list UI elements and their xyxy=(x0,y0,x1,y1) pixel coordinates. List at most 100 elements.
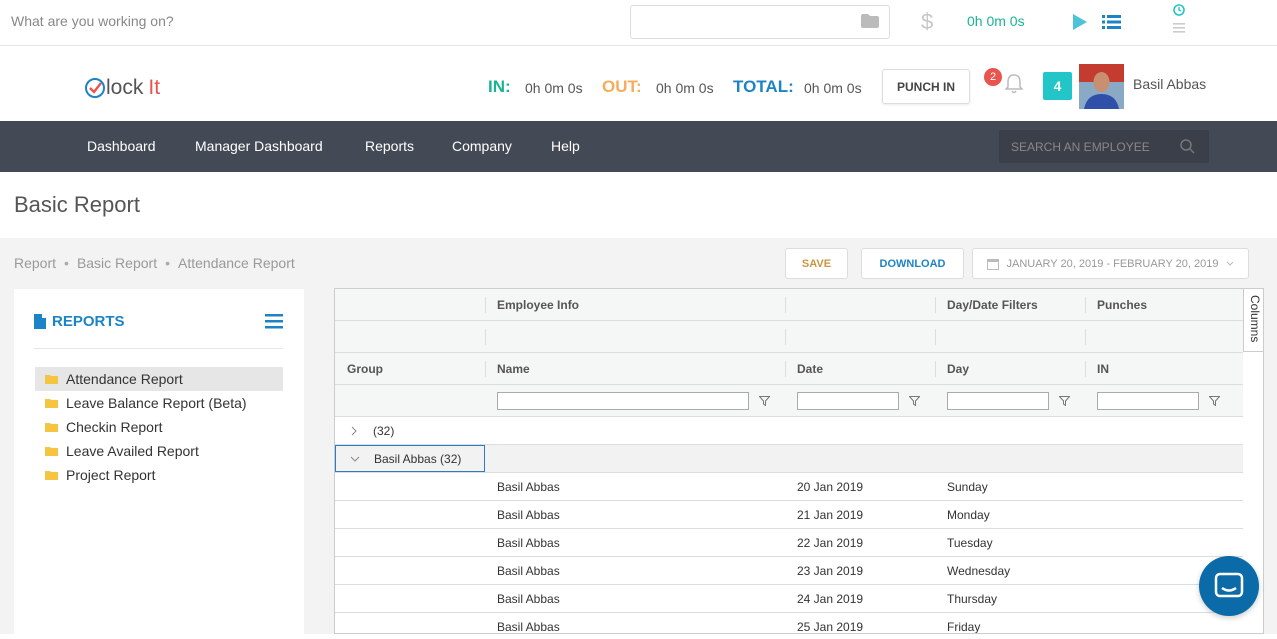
clockit-logo[interactable]: lock It xyxy=(84,76,160,100)
play-icon[interactable] xyxy=(1072,14,1088,30)
group-row-collapsed[interactable]: (32) xyxy=(335,417,1243,445)
task-description-input[interactable]: What are you working on? xyxy=(11,13,174,29)
user-name[interactable]: Basil Abbas xyxy=(1133,76,1206,92)
user-avatar[interactable] xyxy=(1079,64,1124,109)
nav-company[interactable]: Company xyxy=(452,138,512,154)
cell-date: 25 Jan 2019 xyxy=(797,619,864,634)
chat-icon xyxy=(1214,572,1244,598)
group-label: (32) xyxy=(373,423,395,438)
filter-icon[interactable] xyxy=(909,395,920,406)
search-icon[interactable] xyxy=(1180,139,1195,154)
group-row-expanded[interactable]: Basil Abbas (32) xyxy=(335,445,1243,473)
cell-day: Tuesday xyxy=(947,535,993,550)
folder-icon xyxy=(45,471,58,480)
tree-item-leave-balance-report[interactable]: Leave Balance Report (Beta) xyxy=(35,391,283,415)
cell-date: 20 Jan 2019 xyxy=(797,479,864,494)
column-header-date[interactable]: Date xyxy=(785,353,935,384)
filter-icon[interactable] xyxy=(1209,395,1220,406)
avatar-photo xyxy=(1079,64,1124,109)
out-value: 0h 0m 0s xyxy=(656,80,714,96)
cell-name: Basil Abbas xyxy=(497,535,560,550)
cell-name: Basil Abbas xyxy=(497,479,560,494)
group-label: Basil Abbas (32) xyxy=(374,451,462,466)
save-button[interactable]: SAVE xyxy=(785,248,848,279)
tree-item-checkin-report[interactable]: Checkin Report xyxy=(35,415,283,439)
breadcrumb-basic-report[interactable]: Basic Report xyxy=(77,255,157,271)
columns-tool-panel-tab[interactable]: Columns xyxy=(1243,289,1263,352)
page-title: Basic Report xyxy=(14,192,140,217)
in-value: 0h 0m 0s xyxy=(525,80,583,96)
download-button[interactable]: DOWNLOAD xyxy=(861,248,964,279)
chevron-down-icon[interactable] xyxy=(350,456,360,462)
count-badge[interactable]: 4 xyxy=(1043,72,1072,100)
table-row[interactable]: Basil Abbas 24 Jan 2019 Thursday xyxy=(335,585,1243,613)
tree-item-project-report[interactable]: Project Report xyxy=(35,463,283,487)
chevron-right-icon[interactable] xyxy=(351,426,357,436)
document-icon xyxy=(34,314,46,329)
bell-icon[interactable] xyxy=(1005,74,1023,94)
tree-item-label: Leave Balance Report (Beta) xyxy=(66,395,247,411)
hamburger-menu-icon[interactable] xyxy=(265,313,283,329)
breadcrumb-report[interactable]: Report xyxy=(14,255,56,271)
column-header-in[interactable]: IN xyxy=(1085,353,1235,384)
in-filter-input[interactable] xyxy=(1097,391,1199,410)
spacer-cell xyxy=(935,321,1085,352)
date-range-picker[interactable]: JANUARY 20, 2019 - FEBRUARY 20, 2019 xyxy=(972,248,1249,279)
header-group-empty xyxy=(785,289,935,320)
header-group-day-date-filters: Day/Date Filters xyxy=(935,289,1085,320)
nav-dashboard[interactable]: Dashboard xyxy=(87,138,156,154)
column-header-name[interactable]: Name xyxy=(485,353,785,384)
cell-day: Thursday xyxy=(947,591,998,606)
reports-panel: REPORTS Attendance Report Leave Balance … xyxy=(14,289,304,639)
date-range-text: JANUARY 20, 2019 - FEBRUARY 20, 2019 xyxy=(1006,257,1219,270)
divider xyxy=(34,348,283,349)
date-filter-input[interactable] xyxy=(797,391,899,410)
table-row[interactable]: Basil Abbas 21 Jan 2019 Monday xyxy=(335,501,1243,529)
folder-icon xyxy=(45,423,58,432)
table-row[interactable]: Basil Abbas 22 Jan 2019 Tuesday xyxy=(335,529,1243,557)
project-select[interactable] xyxy=(630,5,890,39)
date-filter xyxy=(785,385,935,416)
cell-day: Wednesday xyxy=(947,563,1011,578)
employee-search-input[interactable]: SEARCH AN EMPLOYEE xyxy=(999,130,1209,163)
employee-search-placeholder: SEARCH AN EMPLOYEE xyxy=(1011,139,1150,154)
table-row[interactable]: Basil Abbas 23 Jan 2019 Wednesday xyxy=(335,557,1243,585)
logo-text-it: It xyxy=(148,76,161,99)
filter-icon[interactable] xyxy=(759,395,770,406)
timer-display: 0h 0m 0s xyxy=(967,13,1025,29)
tree-item-attendance-report[interactable]: Attendance Report xyxy=(35,367,283,391)
name-filter-input[interactable] xyxy=(497,391,749,410)
tree-item-leave-availed-report[interactable]: Leave Availed Report xyxy=(35,439,283,463)
cell-date: 24 Jan 2019 xyxy=(797,591,864,606)
billable-dollar-icon[interactable]: $ xyxy=(921,9,933,35)
nav-manager-dashboard[interactable]: Manager Dashboard xyxy=(195,138,323,154)
chat-launcher-button[interactable] xyxy=(1199,556,1259,616)
cell-date: 21 Jan 2019 xyxy=(797,507,864,522)
total-value: 0h 0m 0s xyxy=(804,80,862,96)
clock-mode-icon[interactable] xyxy=(1172,4,1186,36)
list-icon[interactable] xyxy=(1102,14,1121,30)
punch-in-button[interactable]: PUNCH IN xyxy=(882,69,970,104)
nav-help[interactable]: Help xyxy=(551,138,580,154)
nav-reports[interactable]: Reports xyxy=(365,138,414,154)
tree-item-label: Leave Availed Report xyxy=(66,443,199,459)
cell-name: Basil Abbas xyxy=(497,591,560,606)
filter-icon[interactable] xyxy=(1059,395,1070,406)
table-row[interactable]: Basil Abbas 20 Jan 2019 Sunday xyxy=(335,473,1243,501)
day-filter-input[interactable] xyxy=(947,391,1049,410)
column-header-day[interactable]: Day xyxy=(935,353,1085,384)
app-header: lock It IN: 0h 0m 0s OUT: 0h 0m 0s TOTAL… xyxy=(0,46,1277,121)
breadcrumb-separator: • xyxy=(64,255,69,271)
breadcrumb-attendance-report: Attendance Report xyxy=(178,255,295,271)
column-header-group[interactable]: Group xyxy=(335,353,485,384)
notification-badge: 2 xyxy=(984,68,1002,86)
cell-day: Sunday xyxy=(947,479,988,494)
folder-icon xyxy=(45,375,58,384)
cell-name: Basil Abbas xyxy=(497,507,560,522)
spacer-cell xyxy=(785,321,935,352)
logo-text: lock xyxy=(106,76,144,99)
table-row[interactable]: Basil Abbas 25 Jan 2019 Friday xyxy=(335,613,1243,634)
grid-column-header-row: Group Name Date Day IN xyxy=(335,353,1243,385)
in-label: IN: xyxy=(488,77,511,96)
cell-date: 23 Jan 2019 xyxy=(797,563,864,578)
